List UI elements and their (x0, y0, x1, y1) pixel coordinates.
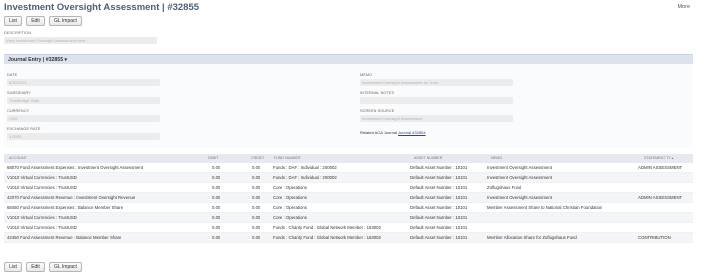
journal-entry-section-title[interactable]: Journal Entry | #32855 ▾ (8, 57, 67, 63)
asset-number-cell: Default Asset Number : 10101 (410, 165, 468, 170)
memo-cell: Investment Oversight Assessment (487, 195, 552, 200)
account-cell: 42070 Fund Assessment Revenue : Investme… (7, 195, 136, 200)
fund-number-cell: Funds : DAF : Individual : 200002 (273, 165, 337, 170)
asset-number-cell: Default Asset Number : 10101 (410, 195, 468, 200)
table-row[interactable]: 68450 Fund Assessment Expenses : Balance… (4, 203, 693, 213)
credit-cell: 0.00 (252, 215, 261, 220)
column-header-debit[interactable]: DEBIT (208, 154, 219, 163)
description-field[interactable]: View Investment Oversight Assessment her… (4, 37, 157, 44)
statement-type-cell: ADMIN ASSESSMENT (638, 195, 683, 200)
column-header-statement-type[interactable]: STATEMENT TY ▴ (644, 154, 673, 163)
column-header-fund-number[interactable]: FUND NUMBER (274, 154, 301, 163)
table-row[interactable]: V1010 Virtual Currencies : TrustUSD 0.00… (4, 213, 693, 223)
list-button-bottom[interactable]: List (4, 262, 22, 272)
subsidiary-label: SUBSIDIARY (7, 91, 31, 95)
memo-cell: Zuflugshaus Fund (487, 185, 522, 190)
screen-source-label: SCREEN SOURCE (360, 109, 395, 113)
column-header-memo[interactable]: MEMO (491, 154, 502, 163)
exchange-rate-field[interactable]: 1.0000 (7, 133, 160, 140)
memo-cell: Member Allocation Share for Zuflugshaus … (487, 235, 577, 240)
account-cell: 42450 Fund Assessment Revenue : Balance … (7, 235, 122, 240)
account-cell: V1010 Virtual Currencies : TrustUSD (7, 215, 77, 220)
gl-impact-button[interactable]: GL Impact (49, 16, 82, 26)
statement-type-cell: ADMIN ASSESSMENT (638, 165, 683, 170)
debit-cell: 0.00 (212, 205, 221, 210)
fund-number-cell: Funds : Charity Fund : Global Network Me… (273, 235, 381, 240)
related-journal-text: Related ACA Journal (360, 130, 397, 135)
credit-cell: 0.00 (252, 225, 261, 230)
account-cell: V1010 Virtual Currencies : TrustUSD (7, 185, 77, 190)
debit-cell: 0.00 (212, 225, 221, 230)
currency-field[interactable]: USD (7, 115, 160, 122)
debit-cell: 0.00 (212, 195, 221, 200)
asset-number-cell: Default Asset Number : 10101 (410, 215, 468, 220)
page-title: Investment Oversight Assessment | #32855 (4, 2, 200, 13)
journal-entry-section-header[interactable]: Journal Entry | #32855 ▾ (4, 54, 693, 64)
credit-cell: 0.00 (252, 195, 261, 200)
asset-number-cell: Default Asset Number : 10101 (410, 205, 468, 210)
memo-cell: Investment Oversight Assessment (487, 165, 552, 170)
table-row[interactable]: 68070 Fund Assessment Expenses : Investm… (4, 163, 693, 173)
debit-cell: 0.00 (212, 165, 221, 170)
table-header: ACCOUNT DEBIT CREDIT FUND NUMBER ASSET N… (4, 154, 693, 163)
fund-number-cell: Core : Operations (273, 185, 307, 190)
table-row[interactable]: 42450 Fund Assessment Revenue : Balance … (4, 233, 693, 243)
fund-number-cell: Funds : DAF : Individual : 200002 (273, 175, 337, 180)
gl-impact-button-bottom[interactable]: GL Impact (49, 262, 82, 272)
screen-source-field[interactable]: Investment Oversight Assessment (360, 115, 513, 122)
internal-notes-field[interactable] (360, 97, 513, 104)
memo-field[interactable]: Investment Oversight Assessment for June (360, 79, 513, 86)
column-header-account[interactable]: ACCOUNT (9, 154, 27, 163)
column-header-asset-number[interactable]: ASSET NUMBER (414, 154, 442, 163)
table-row[interactable]: 42070 Fund Assessment Revenue : Investme… (4, 193, 693, 203)
related-journal-link[interactable]: Journal #32854 (398, 130, 426, 135)
journal-lines-table: ACCOUNT DEBIT CREDIT FUND NUMBER ASSET N… (4, 154, 693, 243)
related-journal: Related ACA Journal Journal #32854 (360, 130, 426, 135)
asset-number-cell: Default Asset Number : 10101 (410, 225, 468, 230)
credit-cell: 0.00 (252, 205, 261, 210)
title-row: Investment Oversight Assessment | #32855… (4, 2, 698, 14)
credit-cell: 0.00 (252, 165, 261, 170)
debit-cell: 0.00 (212, 175, 221, 180)
more-menu-link[interactable]: More (677, 4, 690, 10)
memo-cell: Member Assessment Share to National Chri… (487, 205, 603, 210)
account-cell: V1010 Virtual Currencies : TrustUSD (7, 225, 77, 230)
list-button[interactable]: List (4, 16, 22, 26)
currency-label: CURRENCY (7, 109, 30, 113)
table-row[interactable]: V1010 Virtual Currencies : TrustUSD 0.00… (4, 183, 693, 193)
account-cell: 68070 Fund Assessment Expenses : Investm… (7, 165, 143, 170)
statement-type-cell: CONTRIBUTION (638, 235, 671, 240)
credit-cell: 0.00 (252, 185, 261, 190)
fund-number-cell: Funds : Charity Fund : Global Network Me… (273, 225, 381, 230)
debit-cell: 0.00 (212, 235, 221, 240)
fund-number-cell: Core : Operations (273, 205, 307, 210)
exchange-rate-label: EXCHANGE RATE (7, 127, 41, 131)
account-cell: 68450 Fund Assessment Expenses : Balance… (7, 205, 124, 210)
memo-cell: Investment Oversight Assessment (487, 175, 552, 180)
credit-cell: 0.00 (252, 175, 261, 180)
asset-number-cell: Default Asset Number : 10101 (410, 235, 468, 240)
fund-number-cell: Core : Operations (273, 195, 307, 200)
subsidiary-field[interactable]: TrustBridge Gatil (7, 97, 160, 104)
edit-button-bottom[interactable]: Edit (26, 262, 45, 272)
internal-notes-label: INTERNAL NOTES (360, 91, 395, 95)
table-row[interactable]: V1010 Virtual Currencies : TrustUSD 0.00… (4, 173, 693, 183)
fund-number-cell: Core : Operations (273, 215, 307, 220)
credit-cell: 0.00 (252, 235, 261, 240)
column-header-credit[interactable]: CREDIT (251, 154, 264, 163)
top-toolbar: List Edit GL Impact (4, 16, 82, 26)
account-cell: V1010 Virtual Currencies : TrustUSD (7, 175, 77, 180)
description-label: DESCRIPTION (4, 31, 32, 35)
asset-number-cell: Default Asset Number : 10101 (410, 175, 468, 180)
debit-cell: 0.00 (212, 185, 221, 190)
debit-cell: 0.00 (212, 215, 221, 220)
date-field[interactable]: 6/30/2021 (7, 79, 160, 86)
memo-label: MEMO (360, 73, 373, 77)
table-row[interactable]: V1010 Virtual Currencies : TrustUSD 0.00… (4, 223, 693, 233)
edit-button[interactable]: Edit (26, 16, 45, 26)
bottom-toolbar: List Edit GL Impact (4, 262, 82, 272)
asset-number-cell: Default Asset Number : 10101 (410, 185, 468, 190)
date-label: DATE (7, 73, 18, 77)
